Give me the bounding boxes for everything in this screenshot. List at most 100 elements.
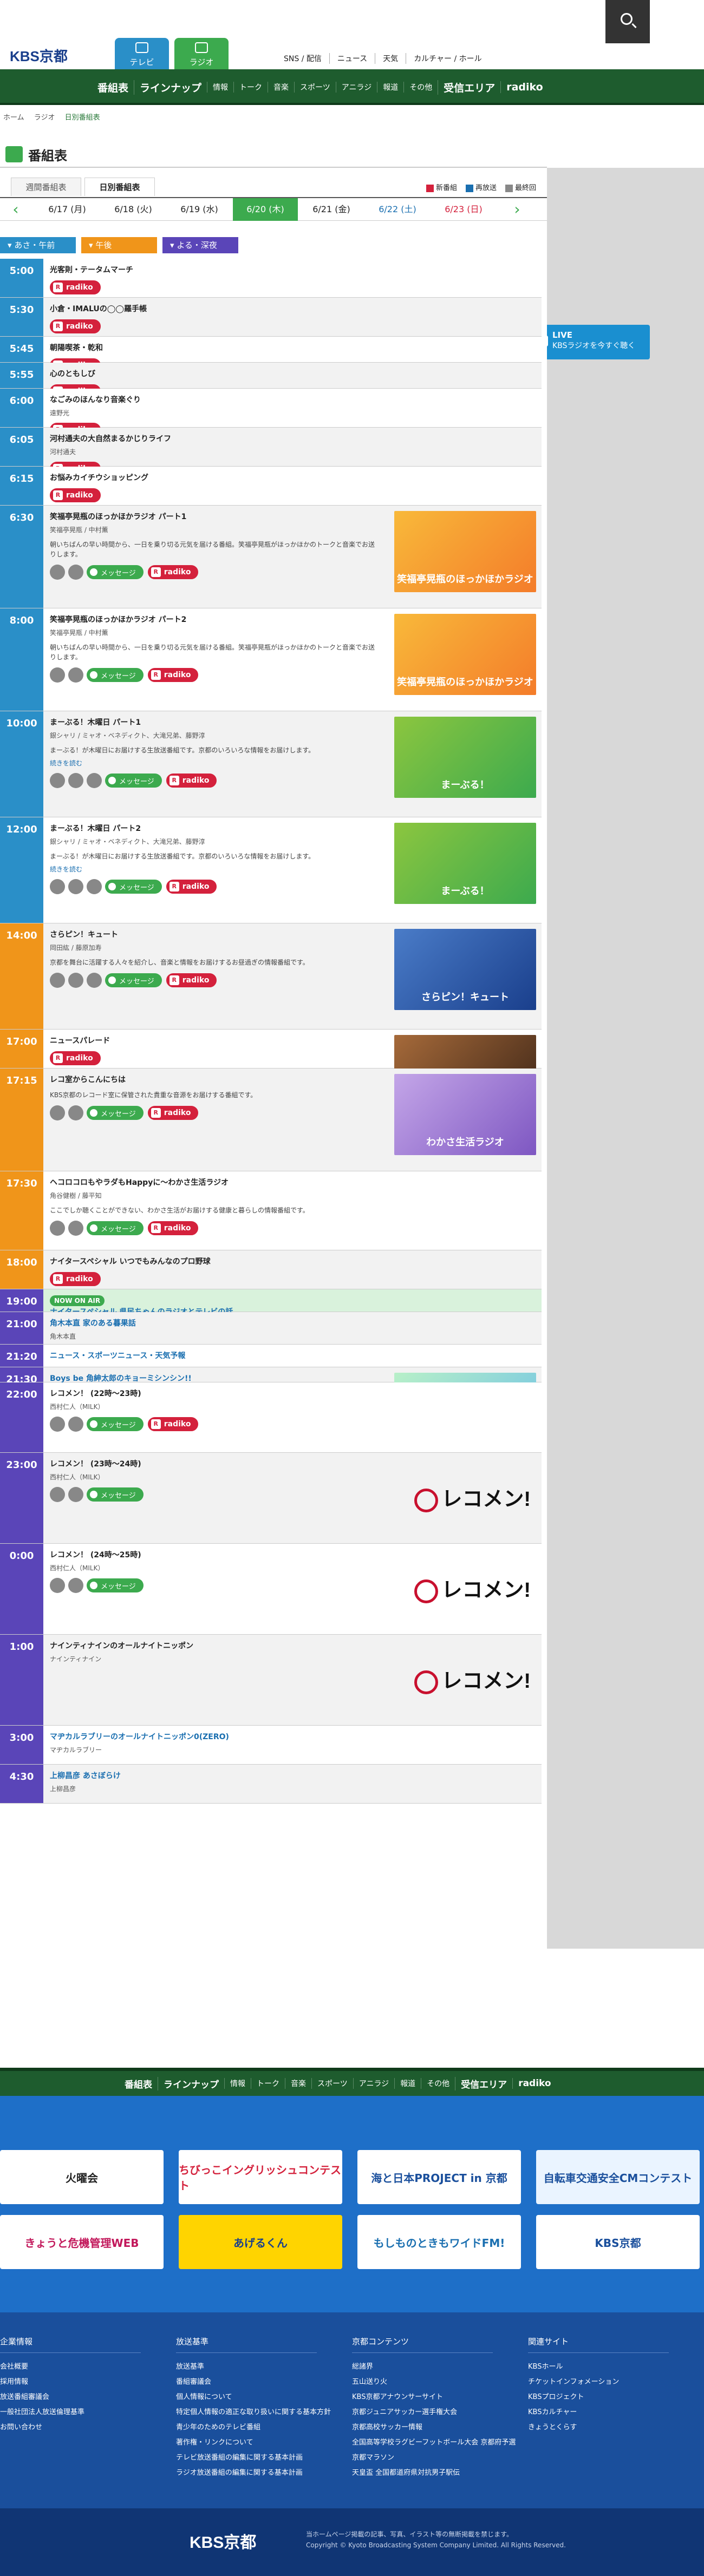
banner-5[interactable]: あげるくん [179, 2215, 342, 2269]
radiko-button[interactable]: Rradiko [166, 973, 217, 987]
program-title[interactable]: お悩みカイチウショッピング [50, 472, 535, 483]
footer-link[interactable]: 全国高等学校ラグビーフットボール大会 京都府予選 [352, 2435, 516, 2450]
footer-link[interactable]: KBS京都アナウンサーサイト [352, 2390, 516, 2405]
program-title[interactable]: ナインティナインのオールナイトニッポン [50, 1640, 535, 1651]
message-button[interactable]: メッセージ [87, 1417, 144, 1431]
x-icon[interactable] [68, 879, 83, 894]
zone-morning[interactable]: ▾ あさ・午前 [0, 237, 76, 253]
banner-3[interactable]: 自転車交通安全CMコンテスト [536, 2150, 700, 2204]
day-4[interactable]: 6/21 (金) [299, 198, 364, 221]
program-title[interactable]: マヂカルラブリーのオールナイトニッポン0(ZERO) [50, 1731, 535, 1742]
footer-link[interactable]: 天皇盃 全国都道府県対抗男子駅伝 [352, 2466, 516, 2481]
message-button[interactable]: メッセージ [87, 565, 144, 579]
program-thumbnail[interactable]: さらピン！キュート [394, 929, 536, 1010]
footer-link[interactable]: 採用情報 [0, 2375, 141, 2390]
gnav-anime[interactable]: アニラジ [335, 82, 377, 93]
program-title[interactable]: 小倉・IMALUの◯◯羅手帳 [50, 303, 535, 314]
tab-daily[interactable]: 日別番組表 [84, 178, 155, 196]
day-2[interactable]: 6/19 (水) [167, 198, 232, 221]
site-logo[interactable]: KBS京都 [10, 45, 68, 65]
gnav-radiko[interactable]: radiko [500, 81, 548, 93]
footer-logo[interactable]: KBS京都 [190, 2529, 256, 2553]
mail-icon[interactable] [50, 1487, 65, 1502]
day-0[interactable]: 6/17 (月) [35, 198, 100, 221]
radiko-button[interactable]: Rradiko [166, 774, 217, 788]
program-title[interactable]: 上柳昌彦 あさぼらけ [50, 1770, 535, 1781]
gnav-area[interactable]: 受信エリア [438, 80, 500, 95]
x-icon[interactable] [68, 973, 83, 988]
radiko-button[interactable]: Rradiko [147, 1221, 199, 1235]
x-icon[interactable] [68, 1105, 83, 1120]
footer-link[interactable]: 五山送り火 [352, 2375, 516, 2390]
program-title[interactable]: 光客則・テータムマーチ [50, 264, 535, 275]
fnav-talk[interactable]: トーク [251, 2078, 285, 2089]
x-icon[interactable] [68, 1578, 83, 1593]
gnav-music[interactable]: 音楽 [268, 82, 294, 93]
program-title[interactable]: なごみのほんなり音楽ぐり [50, 394, 535, 405]
radiko-button[interactable]: Rradiko [166, 880, 217, 894]
fnav-music[interactable]: 音楽 [285, 2078, 311, 2089]
x-icon[interactable] [68, 773, 83, 788]
footer-link[interactable]: テレビ放送番組の編集に関する基本計画 [176, 2450, 331, 2466]
x-icon[interactable] [68, 1417, 83, 1432]
footer-link[interactable]: 京都マラソン [352, 2450, 516, 2466]
gnav-sports[interactable]: スポーツ [294, 82, 336, 93]
fnav-sports[interactable]: スポーツ [311, 2078, 353, 2089]
link-sns[interactable]: SNS / 配信 [276, 53, 329, 64]
instagram-icon[interactable] [87, 973, 102, 988]
radiko-button[interactable]: Rradiko [147, 565, 199, 579]
footer-link[interactable]: 放送番組審議会 [0, 2390, 141, 2405]
program-title[interactable]: 心のともしび [50, 368, 535, 379]
program-thumbnail[interactable]: 笑福亭晃瓶のほっかほかラジオ [394, 614, 536, 695]
footer-link[interactable]: 放送基準 [176, 2359, 331, 2375]
mail-icon[interactable] [50, 1221, 65, 1236]
instagram-icon[interactable] [87, 773, 102, 788]
recomen-logo[interactable]: レコメン! [401, 1482, 531, 1515]
banner-1[interactable]: ちびっこイングリッシュコンテスト [179, 2150, 342, 2204]
gnav-news[interactable]: 報道 [377, 82, 403, 93]
footer-link[interactable]: 著作権・リンクについて [176, 2435, 331, 2450]
gnav-talk[interactable]: トーク [233, 82, 268, 93]
banner-2[interactable]: 海と日本PROJECT in 京都 [357, 2150, 521, 2204]
next-week-arrow-icon[interactable]: › [509, 201, 525, 218]
radiko-button[interactable]: Rradiko [50, 280, 101, 294]
tab-weekly[interactable]: 週間番組表 [11, 178, 81, 196]
mail-icon[interactable] [50, 1417, 65, 1432]
program-thumbnail[interactable]: まーぶる！ [394, 823, 536, 904]
program-title[interactable]: ナイタースペシャル いつでもみんなのプロ野球 [50, 1256, 535, 1267]
footer-link[interactable]: 番組審議会 [176, 2375, 331, 2390]
day-3[interactable]: 6/20 (木) [233, 198, 298, 221]
program-title[interactable]: 角木本直 家のある暮果話 [50, 1318, 535, 1328]
mail-icon[interactable] [50, 1105, 65, 1120]
mail-icon[interactable] [50, 973, 65, 988]
footer-link[interactable]: 青少年のためのテレビ番組 [176, 2420, 331, 2435]
footer-link[interactable]: ラジオ放送番組の編集に関する基本計画 [176, 2466, 331, 2481]
mail-icon[interactable] [50, 1578, 65, 1593]
gnav-lineup[interactable]: ラインナップ [134, 80, 207, 95]
x-icon[interactable] [68, 1221, 83, 1236]
radiko-button[interactable]: Rradiko [50, 488, 101, 502]
fnav-other[interactable]: その他 [421, 2078, 455, 2089]
mail-icon[interactable] [50, 565, 65, 580]
gnav-other[interactable]: その他 [403, 82, 438, 93]
day-1[interactable]: 6/18 (火) [101, 198, 166, 221]
message-button[interactable]: メッセージ [87, 1578, 144, 1592]
live-listen-button[interactable]: LIVE KBSラジオを今すぐ聴く [531, 325, 650, 359]
footer-link[interactable]: 会社概要 [0, 2359, 141, 2375]
footer-link[interactable]: 個人情報について [176, 2390, 331, 2405]
footer-link[interactable]: お問い合わせ [0, 2420, 141, 2435]
banner-6[interactable]: もしものときもワイドFM! [357, 2215, 521, 2269]
radiko-button[interactable]: Rradiko [50, 1272, 101, 1286]
fnav-radiko[interactable]: radiko [512, 2078, 556, 2089]
program-title[interactable]: レコメン！ (24時〜25時) [50, 1549, 535, 1560]
program-title[interactable]: 朝陽喫茶・乾和 [50, 342, 535, 353]
fnav-area[interactable]: 受信エリア [455, 2076, 512, 2090]
radiko-button[interactable]: Rradiko [147, 1106, 199, 1120]
footer-link[interactable]: KBSプロジェクト [528, 2390, 669, 2405]
message-button[interactable]: メッセージ [105, 774, 162, 788]
banner-0[interactable]: 火曜会 [0, 2150, 164, 2204]
program-title[interactable]: ヘコロコロもやラダもHappyに〜わかさ生活ラジオ [50, 1177, 535, 1188]
radiko-button[interactable]: Rradiko [50, 319, 101, 333]
banner-4[interactable]: きょうと危機管理WEB [0, 2215, 164, 2269]
footer-link[interactable]: きょうとくらす [528, 2420, 669, 2435]
